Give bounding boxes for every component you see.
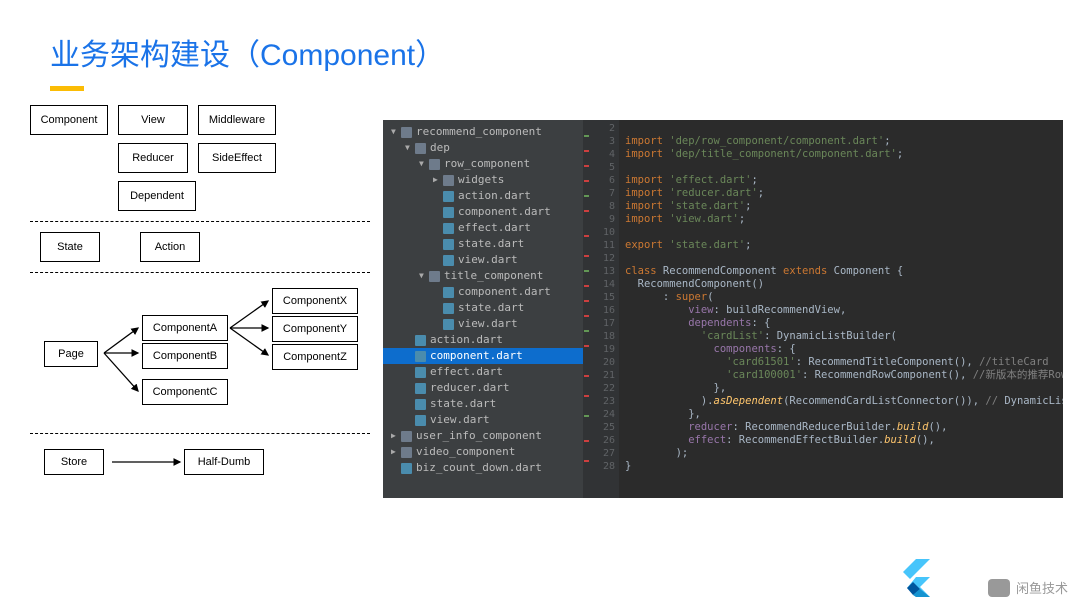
- file-item[interactable]: state.dart: [383, 300, 583, 316]
- box-sideeffect: SideEffect: [198, 143, 276, 173]
- box-component: Component: [30, 105, 108, 135]
- folder-item[interactable]: ▼recommend_component: [383, 124, 583, 140]
- file-item[interactable]: view.dart: [383, 252, 583, 268]
- box-reducer: Reducer: [118, 143, 188, 173]
- folder-item[interactable]: ▼row_component: [383, 156, 583, 172]
- folder-item[interactable]: ▶user_info_component: [383, 428, 583, 444]
- file-item[interactable]: action.dart: [383, 188, 583, 204]
- box-middleware: Middleware: [198, 105, 276, 135]
- box-compB: ComponentB: [142, 343, 228, 369]
- line-gutter: 2345678910111213141516171819202122232425…: [591, 120, 619, 498]
- file-item[interactable]: component.dart: [383, 284, 583, 300]
- divider: [30, 221, 370, 222]
- file-item[interactable]: effect.dart: [383, 364, 583, 380]
- file-item[interactable]: state.dart: [383, 396, 583, 412]
- box-state: State: [40, 232, 100, 262]
- box-compX: ComponentX: [272, 288, 358, 314]
- title-accent: [50, 86, 84, 91]
- ide-panel: ▼recommend_component▼dep▼row_component▶w…: [383, 120, 1063, 498]
- file-item[interactable]: view.dart: [383, 412, 583, 428]
- flutter-logo-icon: [898, 559, 930, 599]
- file-item[interactable]: component.dart: [383, 204, 583, 220]
- folder-item[interactable]: ▼title_component: [383, 268, 583, 284]
- box-view: View: [118, 105, 188, 135]
- architecture-diagram: Component View Middleware Reducer SideEf…: [30, 105, 370, 484]
- change-marks: [583, 120, 591, 498]
- watermark-text: 闲鱼技术: [1016, 578, 1068, 597]
- code-editor[interactable]: import 'dep/row_component/component.dart…: [619, 120, 1063, 498]
- watermark: 闲鱼技术: [988, 578, 1068, 597]
- box-compZ: ComponentZ: [272, 344, 358, 370]
- file-item[interactable]: biz_count_down.dart: [383, 460, 583, 476]
- folder-item[interactable]: ▼dep: [383, 140, 583, 156]
- box-dependent: Dependent: [118, 181, 196, 211]
- file-item[interactable]: reducer.dart: [383, 380, 583, 396]
- box-store: Store: [44, 449, 104, 475]
- file-item[interactable]: state.dart: [383, 236, 583, 252]
- wechat-icon: [988, 579, 1010, 597]
- divider: [30, 433, 370, 434]
- box-halfdumb: Half-Dumb: [184, 449, 264, 475]
- box-compC: ComponentC: [142, 379, 228, 405]
- box-compA: ComponentA: [142, 315, 228, 341]
- box-compY: ComponentY: [272, 316, 358, 342]
- file-item[interactable]: view.dart: [383, 316, 583, 332]
- folder-item[interactable]: ▶video_component: [383, 444, 583, 460]
- file-item[interactable]: component.dart: [383, 348, 583, 364]
- file-item[interactable]: effect.dart: [383, 220, 583, 236]
- page-title: 业务架构建设（Component）: [0, 0, 1080, 80]
- file-tree[interactable]: ▼recommend_component▼dep▼row_component▶w…: [383, 120, 583, 498]
- divider: [30, 272, 370, 273]
- box-page: Page: [44, 341, 98, 367]
- component-tree: Page ComponentA ComponentB ComponentC Co…: [30, 283, 370, 423]
- box-action: Action: [140, 232, 200, 262]
- folder-item[interactable]: ▶widgets: [383, 172, 583, 188]
- file-item[interactable]: action.dart: [383, 332, 583, 348]
